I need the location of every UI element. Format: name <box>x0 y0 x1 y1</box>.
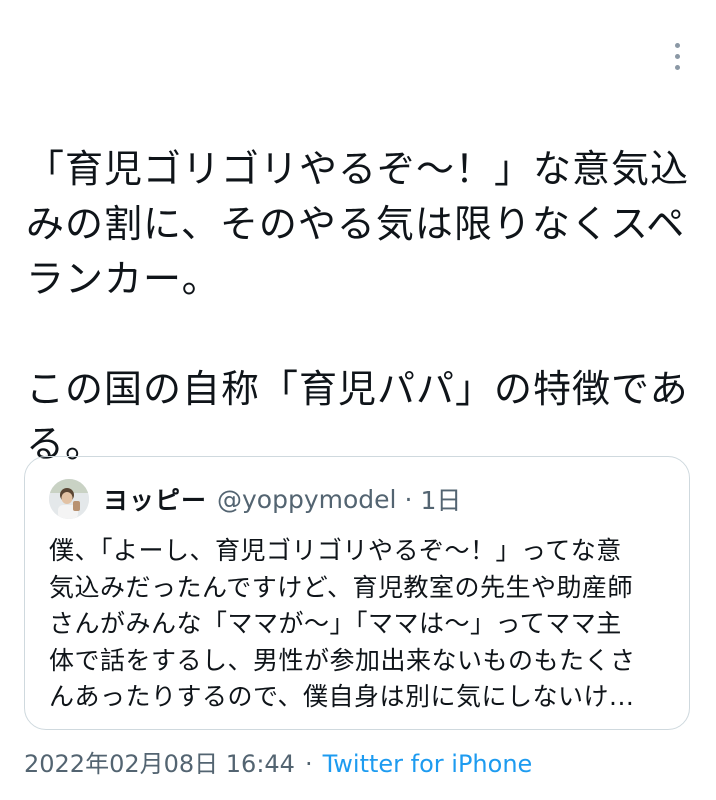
more-vertical-icon <box>674 42 680 48</box>
tweet-metadata: 2022年02月08日 16:44 · Twitter for iPhone <box>24 744 532 779</box>
avatar[interactable] <box>49 479 89 519</box>
quoted-tweet-time[interactable]: 1日 <box>420 481 461 517</box>
quoted-author-name[interactable]: ヨッピー <box>103 481 207 517</box>
quoted-tweet-header: ヨッピー @yoppymodel · 1日 <box>49 479 461 519</box>
more-options-button[interactable] <box>660 36 694 76</box>
tweet-source-link[interactable]: Twitter for iPhone <box>323 750 533 778</box>
header-separator: · <box>404 484 413 514</box>
tweet-timestamp[interactable]: 2022年02月08日 16:44 <box>24 750 295 778</box>
tweet-paragraph-1: 「育児ゴリゴリやるぞ〜！」な意気込 みの割に、そのやる気は限りなくスペ ランカー… <box>26 147 690 301</box>
meta-separator: · <box>304 750 313 778</box>
quoted-tweet-card[interactable]: ヨッピー @yoppymodel · 1日 僕、「よーし、育児ゴリゴリやるぞ〜！… <box>24 456 690 730</box>
tweet-text: 「育児ゴリゴリやるぞ〜！」な意気込 みの割に、そのやる気は限りなくスペ ランカー… <box>26 142 692 472</box>
quoted-author-handle[interactable]: @yoppymodel <box>217 485 396 514</box>
quoted-tweet-text: 僕、「よーし、育児ゴリゴリやるぞ〜！」ってな意 気込みだったんですけど、育児教室… <box>49 536 636 711</box>
